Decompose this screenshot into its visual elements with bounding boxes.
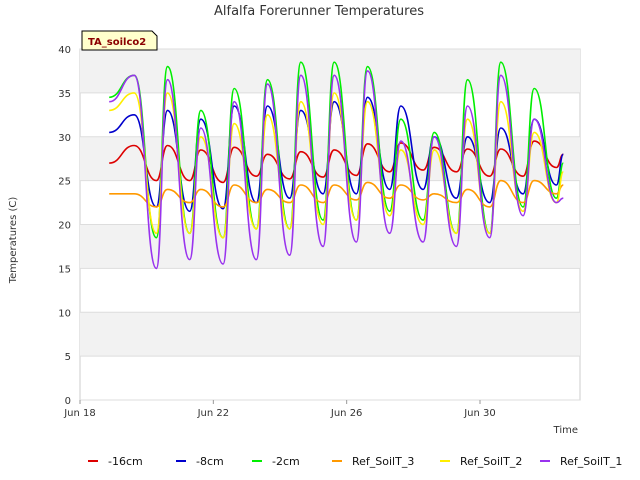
y-tick-label: 20 [58,221,71,232]
y-tick-label: 25 [58,177,71,188]
legend-item-label: -16cm [108,455,143,468]
x-axis-ticks: Jun 18 Jun 22 Jun 26 Jun 30 [63,400,496,419]
y-tick-label: 40 [58,45,71,56]
x-tick-label: Jun 18 [63,408,96,419]
y-tick-label: 35 [58,89,71,100]
badge: TA_soilco2 [81,30,158,51]
legend-item-label: -8cm [196,455,224,468]
x-axis-label: Time [553,425,578,436]
plot-band [80,312,580,357]
legend-item-label: Ref_SoilT_3 [352,455,414,468]
y-tick-label: 30 [58,133,71,144]
chart-svg: Alfalfa Forerunner Temperatures 0 5 10 15 20… [8,4,622,468]
chart-title: Alfalfa Forerunner Temperatures [214,4,424,19]
badge-label: TA_soilco2 [88,37,146,48]
x-tick-label: Jun 30 [463,408,496,419]
y-tick-label: 10 [58,308,71,319]
y-axis-label: Temperatures (C) [8,197,19,285]
legend-item-label: -2cm [272,455,300,468]
plot-band [80,224,580,269]
legend-item-label: Ref_SoilT_1 [560,455,622,468]
y-tick-label: 15 [58,264,71,275]
x-tick-label: Jun 22 [197,408,230,419]
y-tick-label: 5 [65,352,71,363]
x-tick-label: Jun 26 [330,408,363,419]
y-tick-label: 0 [65,396,71,407]
y-axis-ticks: 0 5 10 15 20 25 30 35 40 [58,45,71,407]
legend-item-label: Ref_SoilT_2 [460,455,522,468]
legend: -16cm -8cm -2cm Ref_SoilT_3 Ref_SoilT_2 Ref_S… [88,455,622,468]
